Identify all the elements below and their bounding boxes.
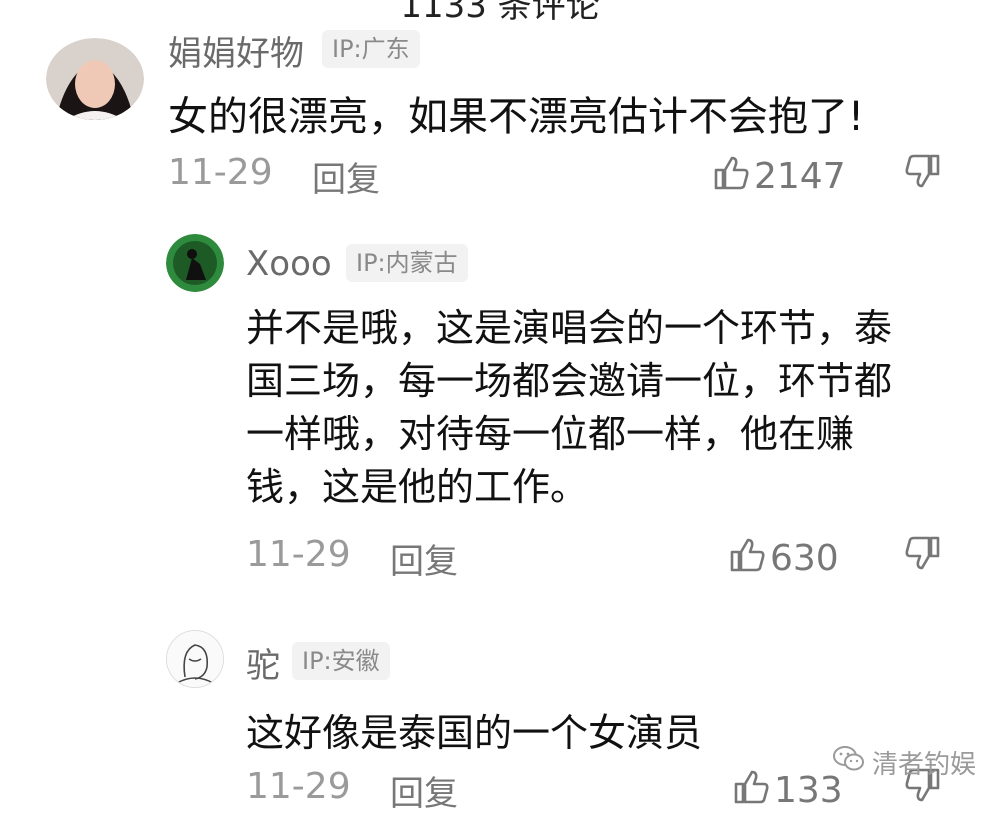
username[interactable]: Xooo xyxy=(246,244,332,284)
reply-item: Xooo IP:内蒙古 并不是哦，这是演唱会的一个环节，泰 国三场，每一场都会邀… xyxy=(0,220,1000,600)
like-count: 630 xyxy=(770,538,839,579)
comment-text-line: 并不是哦，这是演唱会的一个环节，泰 xyxy=(246,306,893,350)
dislike-button[interactable] xyxy=(904,152,944,196)
comment-text-line: 这好像是泰国的一个女演员 xyxy=(246,711,703,755)
watermark: 清者钓娱 xyxy=(832,744,976,781)
watermark-text: 清者钓娱 xyxy=(871,750,976,780)
avatar[interactable] xyxy=(166,234,224,292)
comment-text-line: 一样哦，对待每一位都一样，他在赚 xyxy=(246,412,855,456)
username[interactable]: 娟娟好物 xyxy=(168,26,304,75)
avatar[interactable] xyxy=(166,630,224,688)
like-count: 2147 xyxy=(754,156,846,197)
reply-button[interactable]: 回复 xyxy=(390,766,458,815)
comment-text-line: 女的很漂亮，如果不漂亮估计不会抱了! xyxy=(168,94,865,140)
dislike-button[interactable] xyxy=(904,534,944,578)
ip-location-tag: IP:广东 xyxy=(322,30,420,68)
avatar[interactable] xyxy=(46,38,144,120)
wechat-icon xyxy=(832,744,866,781)
like-button[interactable]: 133 xyxy=(730,766,843,815)
comment-text: 女的很漂亮，如果不漂亮估计不会抱了! xyxy=(168,84,864,142)
comment-text: 并不是哦，这是演唱会的一个环节，泰 国三场，每一场都会邀请一位，环节都 一样哦，… xyxy=(246,302,892,514)
comment-text-line: 国三场，每一场都会邀请一位，环节都 xyxy=(246,359,893,403)
thumbs-up-icon xyxy=(710,152,750,201)
like-button[interactable]: 2147 xyxy=(710,152,846,201)
thumbs-up-icon xyxy=(726,534,766,583)
thumbs-up-icon xyxy=(730,766,770,815)
comment-text-line: 钱，这是他的工作。 xyxy=(246,465,589,509)
ip-location-tag: IP:安徽 xyxy=(292,642,390,680)
thumbs-down-icon xyxy=(904,154,944,196)
comment-date: 11-29 xyxy=(246,534,351,575)
comment-date: 11-29 xyxy=(168,152,273,193)
thumbs-down-icon xyxy=(904,536,944,578)
thumbs-down-icon xyxy=(904,768,944,810)
like-button[interactable]: 630 xyxy=(726,534,839,583)
reply-button[interactable]: 回复 xyxy=(312,152,380,201)
username[interactable]: 驼 xyxy=(246,638,280,687)
comment-item: 娟娟好物 IP:广东 女的很漂亮，如果不漂亮估计不会抱了! 11-29 回复 2… xyxy=(0,0,1000,210)
comment-date: 11-29 xyxy=(246,766,351,807)
reply-button[interactable]: 回复 xyxy=(390,534,458,583)
ip-location-tag: IP:内蒙古 xyxy=(346,244,468,282)
comment-text: 这好像是泰国的一个女演员 xyxy=(246,702,702,757)
